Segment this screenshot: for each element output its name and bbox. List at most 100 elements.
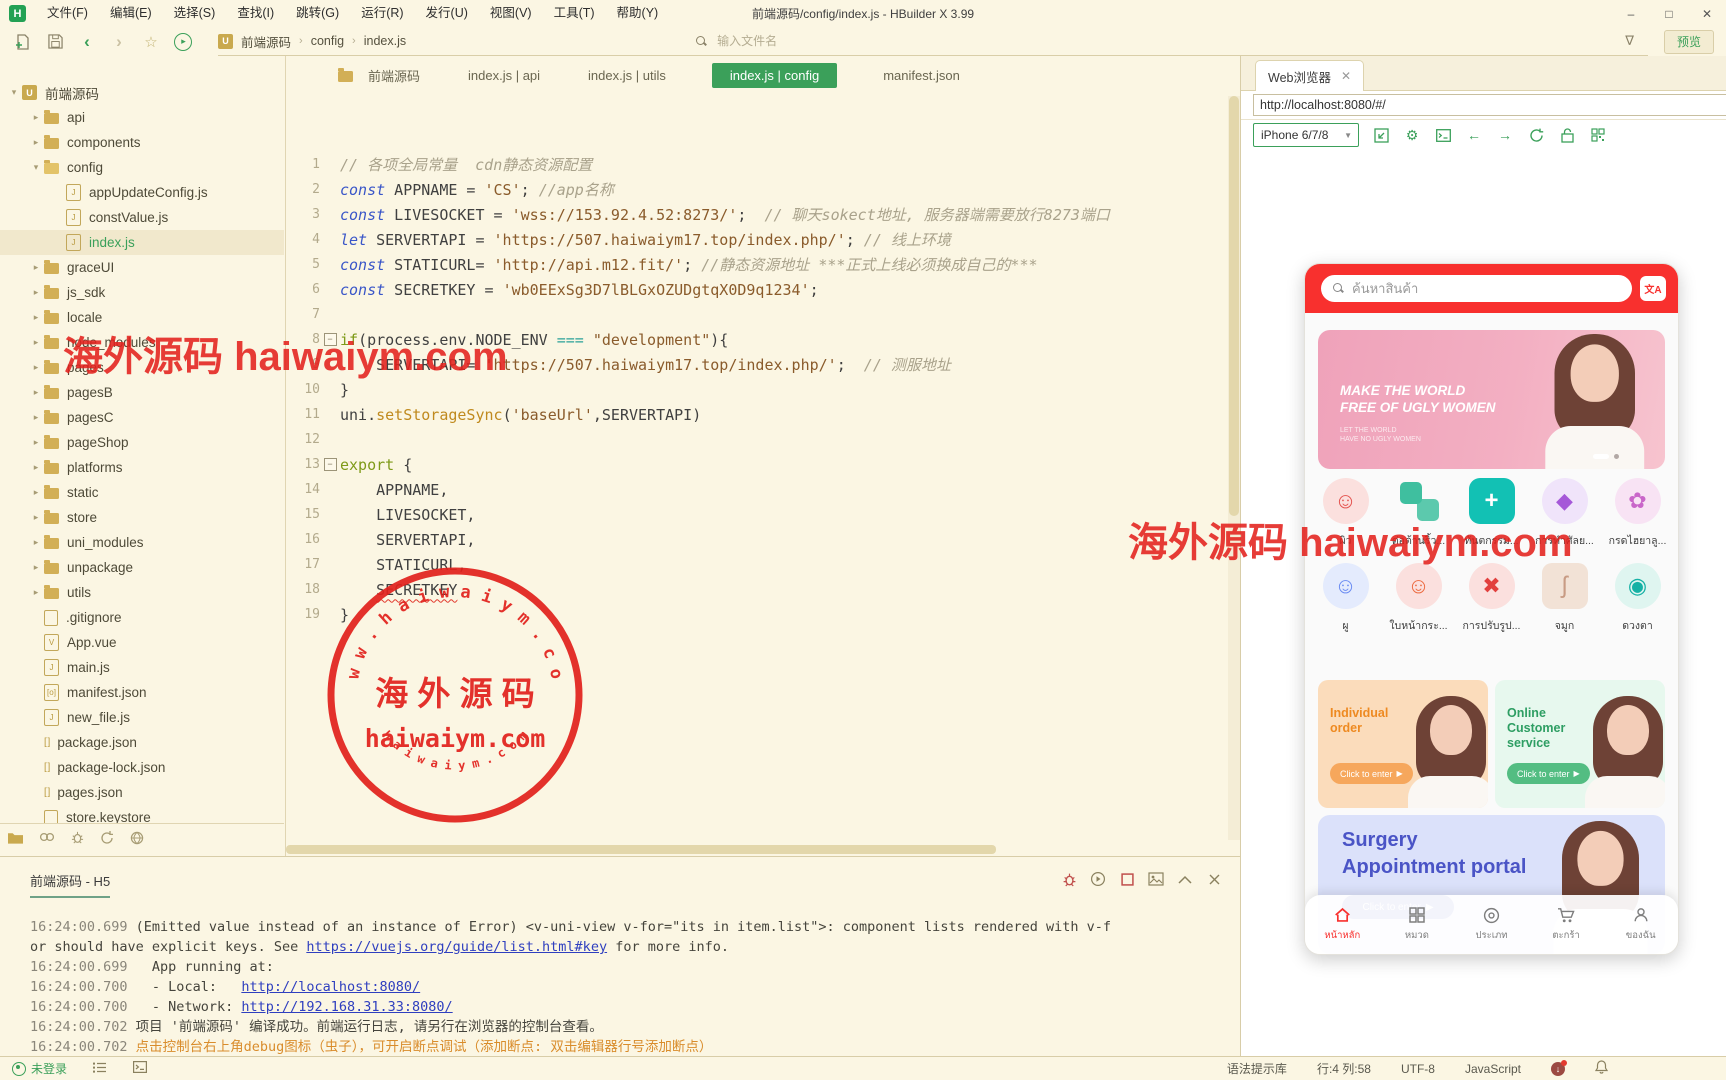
maximize-button[interactable]: □ [1650, 0, 1688, 27]
collapse-panel-icon[interactable] [1177, 871, 1193, 887]
chevron-closed-icon[interactable]: ▸ [28, 437, 44, 448]
app-category-item[interactable]: ☺ใบหน้ากระ... [1382, 563, 1455, 634]
chevron-open-icon[interactable]: ▾ [28, 162, 44, 173]
menubar-menu[interactable]: 选择(S) [163, 0, 227, 27]
scrollbar-thumb[interactable] [286, 845, 996, 854]
login-status[interactable]: 未登录 [12, 1060, 67, 1077]
language-mode[interactable]: JavaScript [1465, 1062, 1521, 1076]
chevron-closed-icon[interactable]: ▸ [28, 412, 44, 423]
web-icon[interactable] [130, 831, 144, 850]
horizontal-scrollbar[interactable] [286, 844, 1226, 856]
breadcrumb-file[interactable]: index.js [364, 34, 406, 48]
chevron-closed-icon[interactable]: ▸ [28, 537, 44, 548]
tree-item[interactable]: Jmain.js [0, 655, 284, 680]
save-icon[interactable] [46, 33, 64, 51]
tabbar-item-cart[interactable]: ตะกร้า [1529, 895, 1604, 954]
tabbar-item-grid[interactable]: หมวด [1380, 895, 1455, 954]
menubar-menu[interactable]: 发行(U) [415, 0, 479, 27]
scrollbar-thumb[interactable] [1229, 96, 1239, 516]
tree-item[interactable]: [ ]pages.json [0, 780, 284, 805]
tabbar-item-compass[interactable]: ประเภท [1454, 895, 1529, 954]
app-category-item[interactable]: ✖การปรับรูป... [1455, 563, 1528, 634]
tree-item[interactable]: ▸api [0, 105, 284, 130]
device-select[interactable]: iPhone 6/7/8 ▼ [1253, 123, 1359, 147]
tree-item[interactable]: ▸pageShop [0, 430, 284, 455]
fold-marker-icon[interactable] [320, 333, 340, 346]
line-number[interactable]: 13 [286, 457, 320, 472]
code-area[interactable]: 1// 各项全局常量 cdn静态资源配置2const APPNAME = 'CS… [286, 152, 1226, 627]
app-category-item[interactable]: ☺ผิว [1309, 478, 1382, 549]
back-icon[interactable]: ‹ [78, 33, 96, 51]
app-category-item[interactable]: ✿กรดไฮยาลู... [1601, 478, 1674, 549]
line-number[interactable]: 2 [286, 182, 320, 197]
chevron-closed-icon[interactable]: ▸ [28, 112, 44, 123]
tree-item[interactable]: ▸pages [0, 355, 284, 380]
editor-tab[interactable]: index.js | config [712, 63, 837, 88]
line-number[interactable]: 19 [286, 607, 320, 622]
tree-item[interactable]: ▸js_sdk [0, 280, 284, 305]
vertical-scrollbar[interactable] [1228, 96, 1240, 840]
app-category-item[interactable]: ◉ดวงตา [1601, 563, 1674, 634]
hero-banner[interactable]: MAKE THE WORLD FREE OF UGLY WOMEN LET TH… [1318, 330, 1665, 469]
restart-run-icon[interactable] [1090, 871, 1106, 887]
editor-tab[interactable]: 前端源码 [336, 61, 422, 90]
filter-icon[interactable]: ∇ [1625, 33, 1634, 49]
screenshot-icon[interactable] [1148, 871, 1164, 887]
console-tab[interactable]: 前端源码 - H5 [30, 871, 110, 898]
clear-close-icon[interactable] [1206, 871, 1222, 887]
tree-item[interactable]: ▸pagesC [0, 405, 284, 430]
app-category-item[interactable]: ◆การทำศัลย... [1528, 478, 1601, 549]
tree-item[interactable]: JconstValue.js [0, 205, 284, 230]
syntax-hint-lib[interactable]: 语法提示库 [1227, 1060, 1287, 1077]
tree-item[interactable]: [ ]package-lock.json [0, 755, 284, 780]
editor-tab[interactable]: index.js | api [466, 63, 542, 88]
chevron-closed-icon[interactable]: ▸ [28, 362, 44, 373]
terminal-icon[interactable] [133, 1061, 147, 1076]
tree-item[interactable]: [ ]package.json [0, 730, 284, 755]
line-number[interactable]: 15 [286, 507, 320, 522]
stop-icon[interactable] [1119, 871, 1135, 887]
lock-icon[interactable] [1558, 126, 1576, 144]
tree-item[interactable]: ▸node_modules [0, 330, 284, 355]
app-category-item[interactable]: ☺ผู [1309, 563, 1382, 634]
translate-icon[interactable]: 文A [1640, 276, 1666, 301]
nav-forward-icon[interactable]: → [1496, 126, 1514, 144]
tree-item[interactable]: ▸pagesB [0, 380, 284, 405]
line-number[interactable]: 16 [286, 532, 320, 547]
breadcrumb-folder[interactable]: config [311, 34, 344, 48]
tree-item[interactable]: ▾config [0, 155, 284, 180]
chevron-closed-icon[interactable]: ▸ [28, 512, 44, 523]
notification-bell-icon[interactable] [1595, 1060, 1608, 1077]
line-number[interactable]: 3 [286, 207, 320, 222]
tree-item[interactable]: JappUpdateConfig.js [0, 180, 284, 205]
line-number[interactable]: 6 [286, 282, 320, 297]
carousel-dots[interactable] [1593, 454, 1619, 459]
card-enter-button[interactable]: Click to enter▶ [1507, 763, 1590, 784]
chevron-open-icon[interactable]: ▾ [6, 87, 22, 98]
tree-item[interactable]: ▸platforms [0, 455, 284, 480]
cursor-position[interactable]: 行:4 列:58 [1317, 1060, 1371, 1077]
menubar-menu[interactable]: 文件(F) [36, 0, 99, 27]
debug-icon[interactable] [71, 831, 84, 849]
resize-icon[interactable] [1372, 126, 1390, 144]
tabbar-item-home[interactable]: หน้าหลัก [1305, 895, 1380, 954]
line-number[interactable]: 1 [286, 157, 320, 172]
browser-tab[interactable]: Web浏览器 ✕ [1255, 60, 1364, 91]
fold-marker-icon[interactable] [320, 458, 340, 471]
settings-gear-icon[interactable]: ⚙ [1403, 126, 1421, 144]
debug-bug-ic on[interactable] [1061, 871, 1077, 887]
url-input[interactable] [1253, 94, 1726, 116]
customer-service-card[interactable]: Online Customer service Click to enter▶ [1495, 680, 1665, 808]
forward-icon[interactable]: › [110, 33, 128, 51]
encoding[interactable]: UTF-8 [1401, 1062, 1435, 1076]
nav-back-icon[interactable]: ← [1465, 126, 1483, 144]
chevron-closed-icon[interactable]: ▸ [28, 262, 44, 273]
chevron-closed-icon[interactable]: ▸ [28, 337, 44, 348]
qr-code-icon[interactable] [1589, 126, 1607, 144]
line-number[interactable]: 10 [286, 382, 320, 397]
bookmark-star-icon[interactable]: ☆ [142, 33, 160, 51]
line-number[interactable]: 9 [286, 357, 320, 372]
menubar-menu[interactable]: 工具(T) [543, 0, 606, 27]
card-enter-button[interactable]: Click to enter▶ [1330, 763, 1413, 784]
minimize-button[interactable]: – [1612, 0, 1650, 27]
